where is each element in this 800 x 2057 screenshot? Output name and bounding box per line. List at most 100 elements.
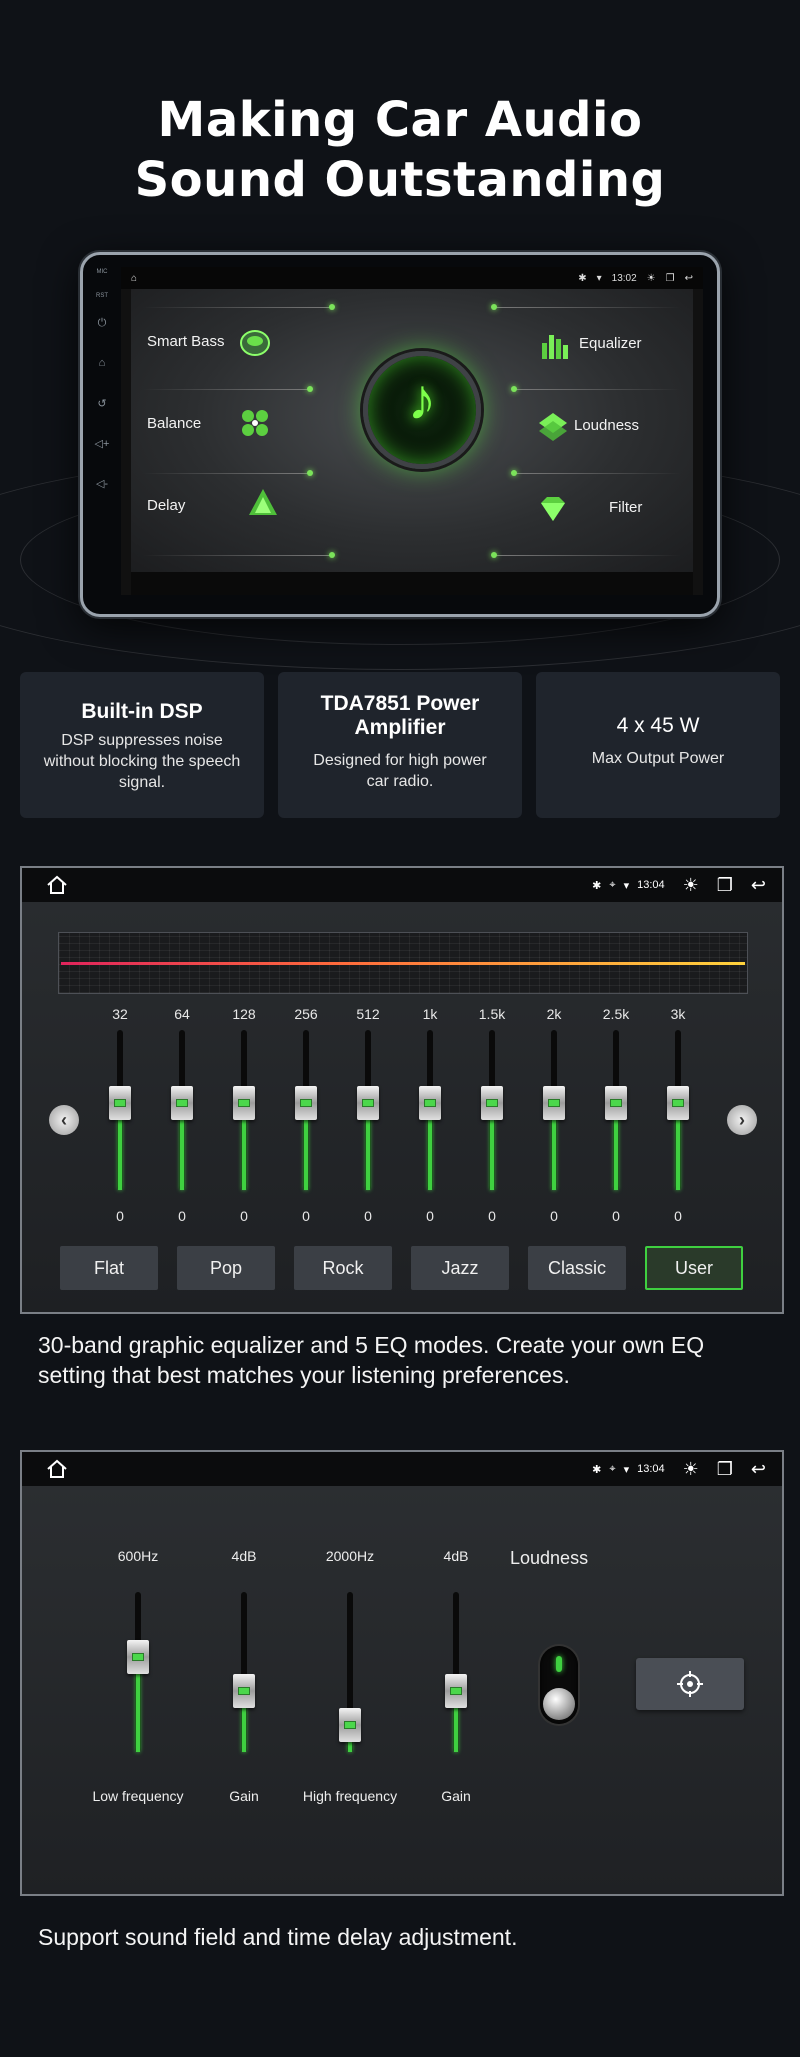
slider-bottom-label: Gain [441,1788,471,1804]
back-icon[interactable]: ↺ [93,397,111,410]
eq-band-value: 0 [302,1208,310,1224]
eq-mode-flat-button[interactable]: Flat [60,1246,158,1290]
delay-icon [249,489,277,515]
eq-slider-knob[interactable] [295,1086,317,1120]
eq-band-0[interactable]: 32 0 [100,1006,140,1236]
target-button[interactable] [636,1658,744,1710]
eq-mode-rock-button[interactable]: Rock [294,1246,392,1290]
crosshair-icon [677,1671,703,1697]
loudness-slider-1[interactable]: 4dB Gain [184,1548,304,1828]
loudness-slider-2[interactable]: 2000Hz High frequency [290,1548,410,1828]
eq-band-frequency: 128 [232,1006,256,1022]
eq-band-value: 0 [426,1208,434,1224]
filter-icon [541,497,565,521]
recent-apps-icon[interactable]: ❐ [666,273,675,284]
eq-mode-pop-button[interactable]: Pop [177,1246,275,1290]
eq-band-3[interactable]: 256 0 [286,1006,326,1236]
location-icon: ⌖ [609,878,616,891]
home-icon[interactable]: ⌂ [131,273,137,284]
eq-slider-knob[interactable] [481,1086,503,1120]
device-side-buttons: MIC RST ⏻ ⌂ ↺ ◁+ ◁- [87,267,117,597]
home-icon[interactable] [46,1459,68,1479]
slider-knob[interactable] [339,1707,361,1742]
brightness-icon[interactable]: ☀ [647,273,656,284]
eq-band-8[interactable]: 2.5k 0 [596,1006,636,1236]
back-icon[interactable]: ↩ [751,1459,766,1480]
menu-balance[interactable]: Balance [147,415,201,432]
slider-bottom-label: Gain [229,1788,259,1804]
rst-label: RST [96,293,108,299]
loudness-slider-3[interactable]: 4dB Gain [396,1548,516,1828]
eq-slider-knob[interactable] [543,1086,565,1120]
eq-band-frequency: 1k [422,1006,438,1022]
eq-band-4[interactable]: 512 0 [348,1006,388,1236]
eq-band-7[interactable]: 2k 0 [534,1006,574,1236]
feature-title: Built-in DSP [81,700,203,723]
bluetooth-icon: ✱ [592,1463,602,1476]
slider-top-label: 600Hz [117,1548,159,1564]
loudness-toggle[interactable] [540,1646,578,1724]
eq-band-6[interactable]: 1.5k 0 [472,1006,512,1236]
brightness-icon[interactable]: ☀ [683,1459,699,1480]
brightness-icon[interactable]: ☀ [683,875,699,896]
volume-up-icon[interactable]: ◁+ [93,437,111,450]
feature-title: 4 x 45 W [616,714,700,737]
loudness-slider-0[interactable]: 600Hz Low frequency [78,1548,198,1828]
slider-knob[interactable] [233,1673,255,1708]
eq-slider-knob[interactable] [109,1086,131,1120]
status-time: 13:02 [611,272,637,284]
back-icon[interactable]: ↩ [751,875,766,896]
music-note-icon[interactable]: ♪ [363,351,481,469]
hero-title: Making Car Audio Sound Outstanding [0,90,800,210]
feature-card-dsp: Built-in DSP DSP suppresses noise withou… [20,672,264,818]
mic-label: MIC [96,269,108,275]
eq-band-value: 0 [240,1208,248,1224]
back-icon[interactable]: ↩ [685,273,693,284]
eq-slider-knob[interactable] [667,1086,689,1120]
wifi-icon: ▾ [623,1463,630,1476]
eq-band-5[interactable]: 1k 0 [410,1006,450,1236]
prev-arrow-button[interactable]: ‹ [49,1105,79,1135]
equalizer-panel: ✱ ⌖ ▾ 13:04 ☀ ❐ ↩ ‹ › 32 0 64 0 128 0 256 0 512 0… [20,866,784,1314]
eq-band-value: 0 [116,1208,124,1224]
feature-text: Designed for high power car radio. [313,752,487,790]
volume-down-icon[interactable]: ◁- [93,477,111,490]
power-icon[interactable]: ⏻ [93,317,111,330]
slider-knob[interactable] [445,1673,467,1708]
next-arrow-button[interactable]: › [727,1105,757,1135]
wifi-icon: ▾ [623,879,630,892]
eq-slider-knob[interactable] [357,1086,379,1120]
head-unit-device: MIC RST ⏻ ⌂ ↺ ◁+ ◁- ⌂ ✱ ▾ 13:02 ☀ ❐ ↩ Sm… [80,252,720,617]
eq-mode-classic-button[interactable]: Classic [528,1246,626,1290]
loudness-icon [539,413,567,441]
eq-band-2[interactable]: 128 0 [224,1006,264,1236]
eq-slider-knob[interactable] [605,1086,627,1120]
eq-band-frequency: 32 [112,1006,128,1022]
device-screen: ⌂ ✱ ▾ 13:02 ☀ ❐ ↩ Smart Bass Balance Del… [121,267,703,595]
home-icon[interactable]: ⌂ [93,357,111,369]
eq-slider-knob[interactable] [233,1086,255,1120]
eq-slider-knob[interactable] [171,1086,193,1120]
home-icon[interactable] [46,875,68,895]
eq-band-9[interactable]: 3k 0 [658,1006,698,1236]
loudness-caption: Support sound field and time delay adjus… [38,1924,518,1950]
recent-apps-icon[interactable]: ❐ [717,1459,733,1480]
bluetooth-icon: ✱ [578,272,587,284]
eq-slider-knob[interactable] [419,1086,441,1120]
menu-equalizer[interactable]: Equalizer [579,335,642,352]
eq-response-graph [58,932,748,994]
eq-response-curve [61,962,745,965]
menu-delay[interactable]: Delay [147,497,185,514]
menu-filter[interactable]: Filter [609,499,642,516]
menu-loudness[interactable]: Loudness [574,417,639,434]
menu-smart-bass[interactable]: Smart Bass [147,333,225,350]
slider-knob[interactable] [127,1639,149,1674]
eq-caption: 30-band graphic equalizer and 5 EQ modes… [38,1332,705,1388]
eq-mode-jazz-button[interactable]: Jazz [411,1246,509,1290]
slider-top-label: 4dB [231,1548,257,1564]
smart-bass-icon [240,330,270,356]
eq-mode-user-button[interactable]: User [645,1246,743,1290]
eq-band-1[interactable]: 64 0 [162,1006,202,1236]
eq-band-frequency: 2k [546,1006,562,1022]
recent-apps-icon[interactable]: ❐ [717,875,733,896]
